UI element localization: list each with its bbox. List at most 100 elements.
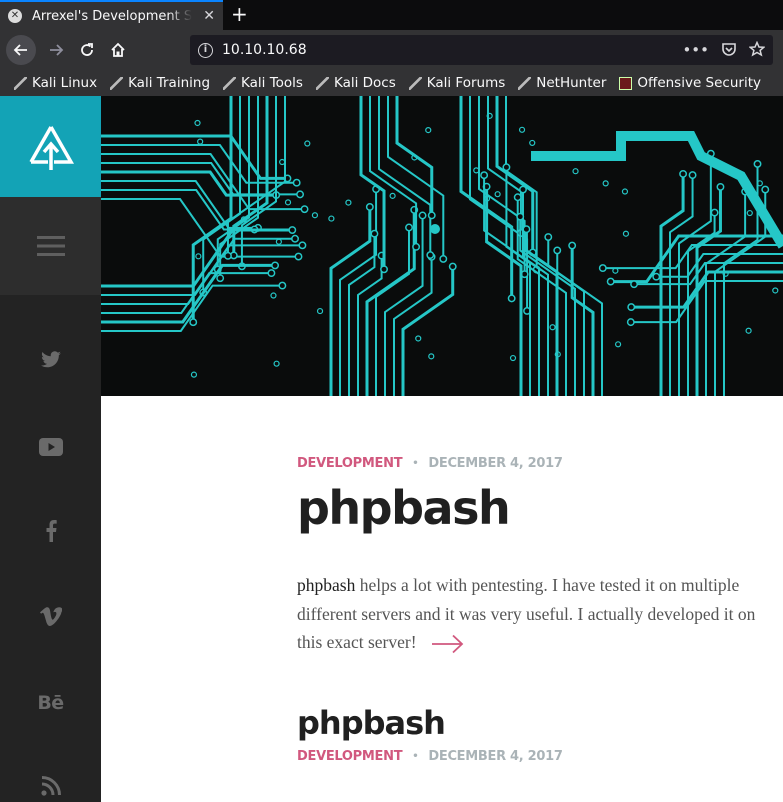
vimeo-icon xyxy=(39,607,63,626)
url-bar[interactable]: i 10.10.10.68 ••• xyxy=(190,35,773,65)
bookmark-star-icon[interactable] xyxy=(749,41,765,57)
circuit-trace xyxy=(705,191,747,396)
home-icon xyxy=(111,42,125,57)
circuit-pad xyxy=(316,307,324,315)
bookmark-kali-training[interactable]: Kali Training xyxy=(110,75,210,91)
bookmark-label: Kali Linux xyxy=(32,75,98,91)
bookmark-kali-forums[interactable]: Kali Forums xyxy=(408,75,506,91)
post-title[interactable]: phpbash xyxy=(297,704,446,742)
url-text[interactable]: 10.10.10.68 xyxy=(222,42,307,58)
vimeo-link[interactable] xyxy=(0,607,101,631)
bookmark-offensive-security[interactable]: Offensive Security xyxy=(619,75,761,91)
bookmark-nethunter[interactable]: NetHunter xyxy=(518,75,606,91)
circuit-pad xyxy=(275,238,282,245)
circuit-pad xyxy=(529,139,536,147)
back-arrow-icon xyxy=(13,44,27,56)
kali-dragon-icon xyxy=(110,76,124,90)
close-tab-icon[interactable]: ✕ xyxy=(203,8,215,24)
bookmarks-toolbar: Kali Linux Kali Training Kali Tools Kali… xyxy=(0,70,783,96)
twitter-icon xyxy=(40,351,61,368)
circuit-pad xyxy=(311,212,319,219)
back-button[interactable] xyxy=(6,35,36,65)
circuit-trace xyxy=(687,212,716,396)
circuit-pad xyxy=(195,253,202,260)
circuit-trace xyxy=(329,206,372,396)
facebook-link[interactable] xyxy=(0,520,101,546)
home-button[interactable] xyxy=(103,35,133,65)
excerpt-strong: phpbash xyxy=(297,575,356,595)
excerpt-text: helps a lot with pentesting. I have test… xyxy=(297,575,756,652)
post-title[interactable]: phpbash xyxy=(297,481,511,535)
circuit-pad xyxy=(412,242,421,251)
tab-title: Arrexel's Development S xyxy=(32,8,192,24)
reload-button[interactable] xyxy=(72,35,102,65)
circuit-pad xyxy=(513,193,522,202)
pocket-icon[interactable] xyxy=(721,41,737,57)
circuit-pad xyxy=(294,252,303,261)
circuit-pad xyxy=(519,185,527,194)
site-info-icon[interactable]: i xyxy=(198,42,213,58)
menu-toggle-button[interactable] xyxy=(0,197,101,295)
circuit-pad xyxy=(296,190,305,199)
bookmark-label: Kali Docs xyxy=(333,75,396,91)
circuit-pad xyxy=(365,203,374,211)
circuit-pad xyxy=(745,327,752,334)
youtube-link[interactable] xyxy=(0,438,101,460)
bookmark-label: Offensive Security xyxy=(637,75,761,91)
circuit-pad xyxy=(753,159,762,168)
circuit-pad xyxy=(622,230,630,237)
read-more-arrow-icon[interactable] xyxy=(431,634,465,654)
circuit-pad xyxy=(509,354,517,362)
forward-button[interactable] xyxy=(41,35,71,65)
bookmark-kali-tools[interactable]: Kali Tools xyxy=(223,75,303,91)
circuit-pad xyxy=(746,209,753,217)
rss-link[interactable] xyxy=(0,776,101,800)
bookmark-label: Kali Tools xyxy=(241,75,303,91)
circuit-pad xyxy=(267,269,276,278)
circuit-trace xyxy=(524,229,559,396)
post-category-link[interactable]: DEVELOPMENT xyxy=(297,749,403,764)
circuit-pad xyxy=(426,251,435,260)
circuit-pad xyxy=(279,158,286,166)
circuit-pad xyxy=(389,192,396,199)
facebook-icon xyxy=(46,520,57,542)
circuit-pad xyxy=(439,254,448,263)
bookmark-kali-docs[interactable]: Kali Docs xyxy=(315,75,396,91)
circuit-pad xyxy=(568,241,577,250)
post-date[interactable]: DECEMBER 4, 2017 xyxy=(428,749,563,764)
browser-tab-bar: ✕ Arrexel's Development S ✕ + xyxy=(0,0,783,30)
circuit-pad xyxy=(430,224,440,234)
new-tab-button[interactable]: + xyxy=(231,2,248,26)
circuit-pad xyxy=(271,261,280,270)
circuit-pad xyxy=(291,234,299,243)
meta-separator: • xyxy=(412,458,419,469)
post-category-link[interactable]: DEVELOPMENT xyxy=(297,456,403,471)
bookmark-label: Kali Forums xyxy=(426,75,506,91)
circuit-pad xyxy=(761,185,770,194)
circuit-pad xyxy=(507,294,516,303)
post-meta: DEVELOPMENT • DECEMBER 4, 2017 xyxy=(297,749,563,764)
circuit-trace xyxy=(101,272,272,314)
circuit-pad xyxy=(425,127,432,134)
browser-tab[interactable]: ✕ Arrexel's Development S ✕ xyxy=(0,0,223,30)
circuit-pad xyxy=(652,272,661,281)
twitter-link[interactable] xyxy=(0,351,101,373)
circuit-pad xyxy=(405,223,413,232)
circuit-pad xyxy=(189,318,198,327)
circuit-pad xyxy=(197,138,204,145)
site-logo[interactable] xyxy=(0,96,101,197)
circuit-pad xyxy=(710,208,719,217)
circuit-pad xyxy=(549,324,556,331)
url-actions: ••• xyxy=(682,41,765,59)
circuit-pad xyxy=(288,226,297,234)
bookmark-kali-linux[interactable]: Kali Linux xyxy=(14,75,97,91)
page-actions-icon[interactable]: ••• xyxy=(682,41,709,59)
behance-link[interactable]: Bē xyxy=(0,692,101,714)
circuit-pad xyxy=(598,264,607,273)
circuit-board-illustration xyxy=(101,96,783,396)
kali-dragon-icon xyxy=(408,76,422,90)
circuit-pad xyxy=(516,212,525,221)
post-date[interactable]: DECEMBER 4, 2017 xyxy=(428,456,563,471)
circuit-pad xyxy=(544,233,553,241)
kali-dragon-icon xyxy=(315,76,329,90)
